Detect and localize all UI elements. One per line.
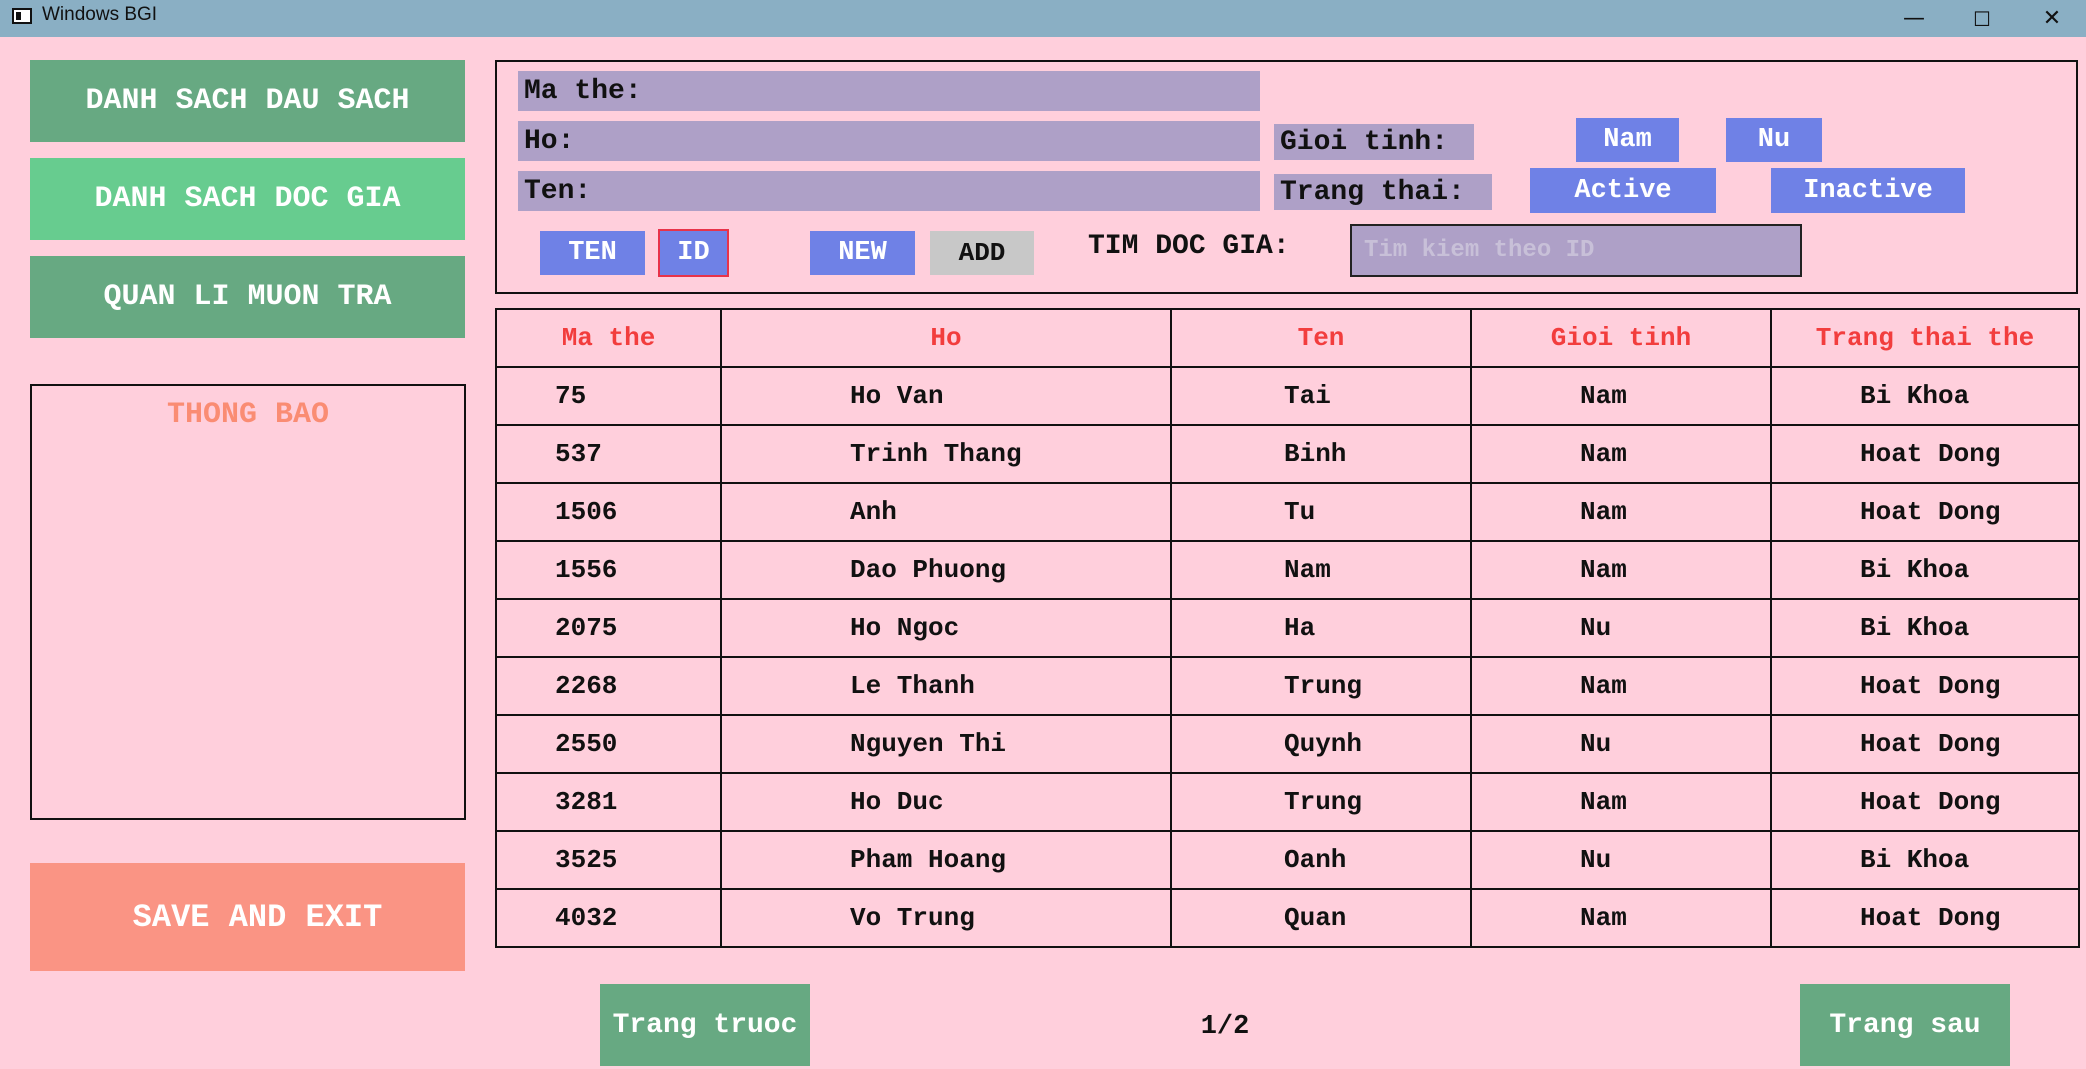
cell-ma-the: 1506	[495, 482, 722, 542]
cell-ten: Ha	[1170, 598, 1472, 658]
cell-ma-the: 3525	[495, 830, 722, 890]
cell-trang-thai: Bi Khoa	[1770, 540, 2080, 600]
notification-panel: THONG BAO	[30, 384, 466, 820]
cell-gioi-tinh: Nu	[1470, 598, 1772, 658]
nav-quan-li-muon-tra[interactable]: QUAN LI MUON TRA	[30, 256, 465, 338]
table-row[interactable]: 1556 Dao Phuong Nam Nam Bi Khoa	[495, 540, 2080, 600]
cell-trang-thai: Bi Khoa	[1770, 598, 2080, 658]
sort-id-button[interactable]: ID	[658, 229, 729, 277]
cell-ho: Ho Ngoc	[720, 598, 1172, 658]
cell-ten: Trung	[1170, 772, 1472, 832]
gioi-tinh-label: Gioi tinh:	[1274, 124, 1474, 160]
cell-ten: Tu	[1170, 482, 1472, 542]
cell-ho: Ho Duc	[720, 772, 1172, 832]
cell-ten: Nam	[1170, 540, 1472, 600]
new-button[interactable]: NEW	[810, 231, 915, 275]
cell-ma-the: 2268	[495, 656, 722, 716]
cell-gioi-tinh: Nu	[1470, 830, 1772, 890]
cell-ma-the: 1556	[495, 540, 722, 600]
cell-ho: Le Thanh	[720, 656, 1172, 716]
cell-trang-thai: Hoat Dong	[1770, 888, 2080, 948]
table-row[interactable]: 3281 Ho Duc Trung Nam Hoat Dong	[495, 772, 2080, 832]
cell-ho: Vo Trung	[720, 888, 1172, 948]
close-button[interactable]: ✕	[2018, 0, 2086, 37]
ma-the-field[interactable]: Ma the:	[518, 71, 1260, 111]
trang-thai-label: Trang thai:	[1274, 174, 1492, 210]
cell-ten: Trung	[1170, 656, 1472, 716]
add-button[interactable]: ADD	[930, 231, 1034, 275]
cell-ho: Trinh Thang	[720, 424, 1172, 484]
table-row[interactable]: 4032 Vo Trung Quan Nam Hoat Dong	[495, 888, 2080, 948]
sort-ten-button[interactable]: TEN	[540, 231, 645, 275]
table-row[interactable]: 537 Trinh Thang Binh Nam Hoat Dong	[495, 424, 2080, 484]
prev-page-button[interactable]: Trang truoc	[600, 984, 810, 1066]
cell-trang-thai: Bi Khoa	[1770, 366, 2080, 426]
cell-gioi-tinh: Nam	[1470, 482, 1772, 542]
cell-ten: Binh	[1170, 424, 1472, 484]
header-ho[interactable]: Ho	[720, 308, 1172, 368]
reader-table: Ma the Ho Ten Gioi tinh Trang thai the 7…	[495, 308, 2080, 948]
cell-trang-thai: Hoat Dong	[1770, 656, 2080, 716]
cell-trang-thai: Hoat Dong	[1770, 482, 2080, 542]
cell-ma-the: 2075	[495, 598, 722, 658]
cell-ho: Ho Van	[720, 366, 1172, 426]
cell-ho: Anh	[720, 482, 1172, 542]
notification-title: THONG BAO	[166, 398, 330, 432]
cell-ma-the: 2550	[495, 714, 722, 774]
cell-trang-thai: Hoat Dong	[1770, 772, 2080, 832]
cell-trang-thai: Hoat Dong	[1770, 424, 2080, 484]
cell-gioi-tinh: Nam	[1470, 656, 1772, 716]
cell-ho: Nguyen Thi	[720, 714, 1172, 774]
cell-ten: Oanh	[1170, 830, 1472, 890]
nav-danh-sach-doc-gia[interactable]: DANH SACH DOC GIA	[30, 158, 465, 240]
cell-gioi-tinh: Nam	[1470, 540, 1772, 600]
header-trang-thai-the[interactable]: Trang thai the	[1770, 308, 2080, 368]
cell-gioi-tinh: Nam	[1470, 888, 1772, 948]
header-ten[interactable]: Ten	[1170, 308, 1472, 368]
cell-gioi-tinh: Nam	[1470, 424, 1772, 484]
table-row[interactable]: 2268 Le Thanh Trung Nam Hoat Dong	[495, 656, 2080, 716]
gender-nu-button[interactable]: Nu	[1726, 118, 1822, 162]
ten-field[interactable]: Ten:	[518, 171, 1260, 211]
header-gioi-tinh[interactable]: Gioi tinh	[1470, 308, 1772, 368]
cell-gioi-tinh: Nam	[1470, 366, 1772, 426]
save-and-exit-button[interactable]: SAVE AND EXIT	[30, 863, 465, 971]
cell-ho: Pham Hoang	[720, 830, 1172, 890]
table-row[interactable]: 2550 Nguyen Thi Quynh Nu Hoat Dong	[495, 714, 2080, 774]
cell-ho: Dao Phuong	[720, 540, 1172, 600]
gender-nam-button[interactable]: Nam	[1576, 118, 1679, 162]
status-inactive-button[interactable]: Inactive	[1771, 168, 1965, 213]
status-active-button[interactable]: Active	[1530, 168, 1716, 213]
search-input[interactable]: Tim kiem theo ID	[1350, 224, 1802, 277]
maximize-button[interactable]: ☐	[1948, 0, 2016, 37]
header-ma-the[interactable]: Ma the	[495, 308, 722, 368]
cell-gioi-tinh: Nam	[1470, 772, 1772, 832]
cell-trang-thai: Bi Khoa	[1770, 830, 2080, 890]
cell-ma-the: 537	[495, 424, 722, 484]
search-label: TIM DOC GIA:	[1088, 231, 1290, 262]
page-indicator: 1/2	[1200, 1012, 1250, 1042]
next-page-button[interactable]: Trang sau	[1800, 984, 2010, 1066]
cell-ma-the: 4032	[495, 888, 722, 948]
cell-ten: Quan	[1170, 888, 1472, 948]
table-row[interactable]: 2075 Ho Ngoc Ha Nu Bi Khoa	[495, 598, 2080, 658]
table-row[interactable]: 1506 Anh Tu Nam Hoat Dong	[495, 482, 2080, 542]
window-title: Windows BGI	[42, 4, 158, 25]
cell-gioi-tinh: Nu	[1470, 714, 1772, 774]
cell-ten: Tai	[1170, 366, 1472, 426]
title-bar	[0, 0, 2086, 37]
cell-trang-thai: Hoat Dong	[1770, 714, 2080, 774]
table-row[interactable]: 3525 Pham Hoang Oanh Nu Bi Khoa	[495, 830, 2080, 890]
app-icon	[12, 8, 32, 24]
ho-field[interactable]: Ho:	[518, 121, 1260, 161]
table-row[interactable]: 75 Ho Van Tai Nam Bi Khoa	[495, 366, 2080, 426]
table-header-row: Ma the Ho Ten Gioi tinh Trang thai the	[495, 308, 2080, 368]
cell-ma-the: 75	[495, 366, 722, 426]
cell-ma-the: 3281	[495, 772, 722, 832]
cell-ten: Quynh	[1170, 714, 1472, 774]
nav-danh-sach-dau-sach[interactable]: DANH SACH DAU SACH	[30, 60, 465, 142]
minimize-button[interactable]: —	[1880, 0, 1948, 37]
